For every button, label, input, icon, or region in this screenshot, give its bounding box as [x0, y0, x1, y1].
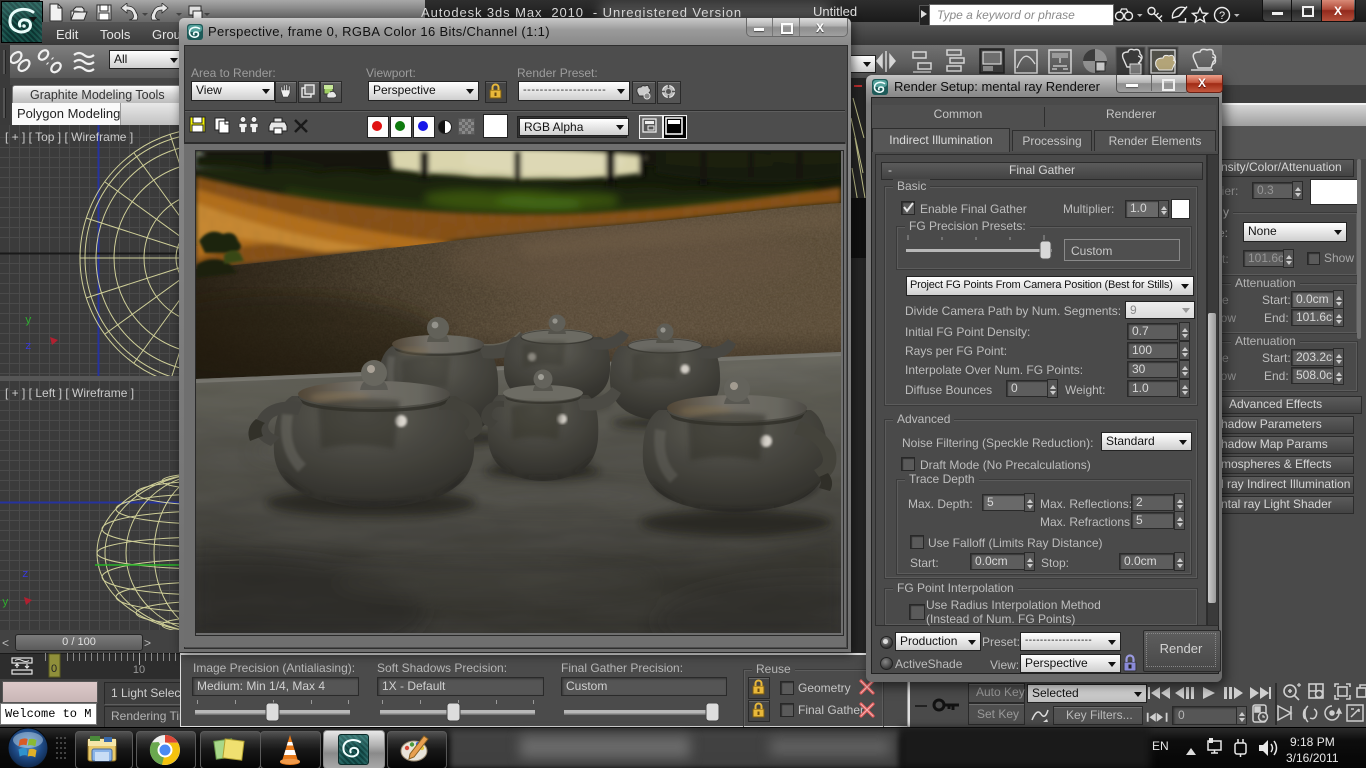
- svg-text:y: y: [2, 597, 9, 609]
- svg-text:y: y: [25, 315, 32, 327]
- svg-text:0: 0: [51, 663, 57, 675]
- svg-text:?: ?: [1219, 10, 1225, 22]
- svg-text:z: z: [22, 569, 29, 581]
- svg-text:10: 10: [133, 664, 145, 676]
- svg-text:z: z: [25, 341, 32, 353]
